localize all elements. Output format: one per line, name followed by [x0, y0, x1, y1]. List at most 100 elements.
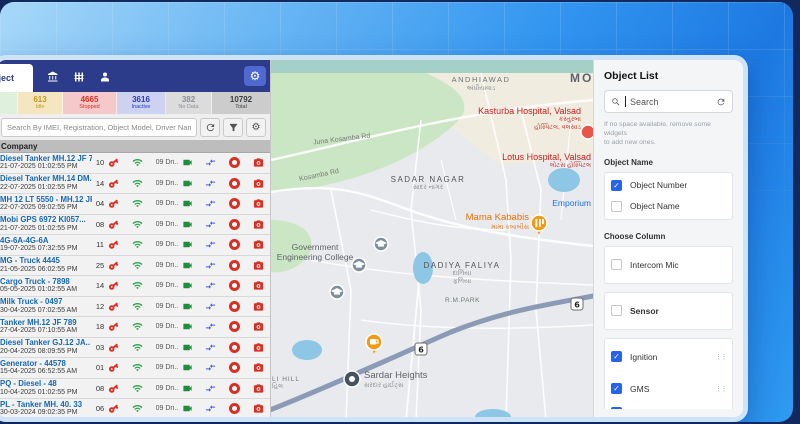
route-icon[interactable]	[205, 157, 216, 168]
checkbox[interactable]	[611, 201, 622, 212]
video-camera-icon[interactable]	[182, 362, 193, 373]
option-item[interactable]: ✓Object Number	[611, 175, 726, 196]
object-name-cell[interactable]: Diesel Tanker MH.12 JF 7...21-07-2025 01…	[0, 155, 92, 171]
person-network-icon[interactable]	[99, 71, 111, 83]
poi-label-college[interactable]: GovernmentEngineering College	[273, 243, 357, 263]
checkbox[interactable]	[611, 259, 622, 270]
snapshot-camera-icon[interactable]	[253, 198, 264, 209]
grid-icon[interactable]	[73, 71, 85, 83]
school-marker[interactable]	[330, 285, 344, 299]
column-item[interactable]: Sensor	[611, 295, 726, 327]
object-name-cell[interactable]: MH 12 LT 5550 - MH.12 JF 7...22-07-2025 …	[0, 196, 92, 212]
object-name-cell[interactable]: Diesel Tanker MH.14 DM...22-07-2025 01:0…	[0, 175, 92, 191]
object-name-cell[interactable]: Diesel Tanker GJ.12 JA..20-04-2025 08:09…	[0, 339, 92, 355]
poi-label-kasturba[interactable]: Kasturba Hospital, Valsad કસ્તુરબા હોસ્પ…	[478, 106, 581, 131]
stat-running-partial[interactable]	[0, 92, 18, 114]
video-camera-icon[interactable]	[182, 321, 193, 332]
record-icon[interactable]	[229, 321, 240, 332]
poi-label-mama-kababis[interactable]: Mama Kababis મામા કબાબીસ	[443, 213, 529, 231]
widget-search-box[interactable]: Search	[604, 90, 733, 113]
panel-settings-button[interactable]: ⚙	[244, 66, 266, 86]
route-icon[interactable]	[205, 342, 216, 353]
checkbox[interactable]: ✓	[611, 383, 622, 394]
route-icon[interactable]	[205, 383, 216, 394]
video-camera-icon[interactable]	[182, 260, 193, 271]
drag-handle-icon[interactable]: ⋮⋮	[715, 353, 726, 361]
snapshot-camera-icon[interactable]	[253, 321, 264, 332]
object-row[interactable]: MH 12 LT 5550 - MH.12 JF 7...22-07-2025 …	[0, 194, 270, 215]
object-row[interactable]: Generator - 4457815-04-2025 06:52:55 AM0…	[0, 358, 270, 379]
object-row[interactable]: PL - Tanker MH. 40. 3330-03-2024 09:02:3…	[0, 399, 270, 417]
video-camera-icon[interactable]	[182, 198, 193, 209]
object-name-cell[interactable]: PL - Tanker MH. 40. 3330-03-2024 09:02:3…	[0, 401, 92, 417]
snapshot-camera-icon[interactable]	[253, 219, 264, 230]
record-icon[interactable]	[229, 383, 240, 394]
poi-label-sardar-heights[interactable]: Sardar Heights સરદાર હાઈટ્સ	[364, 371, 427, 389]
route-icon[interactable]	[205, 280, 216, 291]
record-icon[interactable]	[229, 280, 240, 291]
school-marker[interactable]	[374, 237, 388, 251]
route-icon[interactable]	[205, 260, 216, 271]
video-camera-icon[interactable]	[182, 301, 193, 312]
snapshot-camera-icon[interactable]	[253, 301, 264, 312]
video-camera-icon[interactable]	[182, 280, 193, 291]
object-row[interactable]: 4G-6A-4G-6A19-07-2025 07:32:55 PM1109 Dr…	[0, 235, 270, 256]
refresh-button[interactable]	[200, 118, 220, 137]
record-icon[interactable]	[229, 239, 240, 250]
checkbox[interactable]	[611, 305, 622, 316]
column-item[interactable]: ✓Ignition⋮⋮	[611, 341, 726, 373]
record-icon[interactable]	[229, 362, 240, 373]
record-icon[interactable]	[229, 198, 240, 209]
object-row[interactable]: Mobi GPS 6972 KI057...21-07-2025 01:02:5…	[0, 215, 270, 236]
object-name-cell[interactable]: Tanker MH.12 JF 78927-04-2025 07:10:55 A…	[0, 319, 92, 335]
object-row[interactable]: Cargo Truck - 789805-05-2025 01:02:55 AM…	[0, 276, 270, 297]
snapshot-camera-icon[interactable]	[253, 260, 264, 271]
route-icon[interactable]	[205, 198, 216, 209]
object-name-cell[interactable]: 4G-6A-4G-6A19-07-2025 07:32:55 PM	[0, 237, 92, 253]
checkbox[interactable]: ✓	[611, 351, 622, 362]
column-item[interactable]: ✓GMS⋮⋮	[611, 373, 726, 405]
record-icon[interactable]	[229, 219, 240, 230]
record-icon[interactable]	[229, 157, 240, 168]
stat-idle[interactable]: 613Idle	[18, 92, 63, 114]
object-name-cell[interactable]: PQ - Diesel - 4810-04-2025 01:02:55 PM	[0, 380, 92, 396]
route-icon[interactable]	[205, 178, 216, 189]
record-icon[interactable]	[229, 342, 240, 353]
video-camera-icon[interactable]	[182, 178, 193, 189]
map-canvas[interactable]: 6 6 Juna Kosamba Rd ANDHIAWADઅંધીયાવાડ M…	[271, 60, 593, 417]
video-camera-icon[interactable]	[182, 219, 193, 230]
video-camera-icon[interactable]	[182, 383, 193, 394]
checkbox[interactable]: ✓	[611, 407, 622, 409]
video-camera-icon[interactable]	[182, 403, 193, 414]
snapshot-camera-icon[interactable]	[253, 403, 264, 414]
snapshot-camera-icon[interactable]	[253, 383, 264, 394]
object-row[interactable]: Diesel Tanker MH.14 DM...22-07-2025 01:0…	[0, 174, 270, 195]
stat-inactive[interactable]: 3616Inactive	[117, 92, 166, 114]
route-icon[interactable]	[205, 301, 216, 312]
video-camera-icon[interactable]	[182, 157, 193, 168]
record-icon[interactable]	[229, 403, 240, 414]
object-name-cell[interactable]: Generator - 4457815-04-2025 06:52:55 AM	[0, 360, 92, 376]
snapshot-camera-icon[interactable]	[253, 157, 264, 168]
object-name-cell[interactable]: Mobi GPS 6972 KI057...21-07-2025 01:02:5…	[0, 216, 92, 232]
list-settings-button[interactable]: ⚙	[246, 118, 266, 137]
route-icon[interactable]	[205, 219, 216, 230]
object-name-cell[interactable]: Milk Truck - 049730-04-2025 07:02:55 AM	[0, 298, 92, 314]
refresh-icon[interactable]	[716, 97, 726, 107]
snapshot-camera-icon[interactable]	[253, 178, 264, 189]
stat-nodata[interactable]: 382No Data	[166, 92, 212, 114]
route-icon[interactable]	[205, 321, 216, 332]
checkbox[interactable]: ✓	[611, 180, 622, 191]
video-camera-icon[interactable]	[182, 239, 193, 250]
object-name-cell[interactable]: Cargo Truck - 789805-05-2025 01:02:55 AM	[0, 278, 92, 294]
drag-handle-icon[interactable]: ⋮⋮	[715, 385, 726, 393]
option-item[interactable]: Object Name	[611, 196, 726, 217]
route-icon[interactable]	[205, 403, 216, 414]
poi-label-emporium[interactable]: Emporium	[552, 199, 591, 209]
stat-stopped[interactable]: 4665Stopped	[63, 92, 117, 114]
object-row[interactable]: Diesel Tanker GJ.12 JA..20-04-2025 08:09…	[0, 338, 270, 359]
place-marker[interactable]	[344, 371, 360, 387]
column-header-company[interactable]: Company	[0, 140, 270, 153]
snapshot-camera-icon[interactable]	[253, 362, 264, 373]
record-icon[interactable]	[229, 178, 240, 189]
